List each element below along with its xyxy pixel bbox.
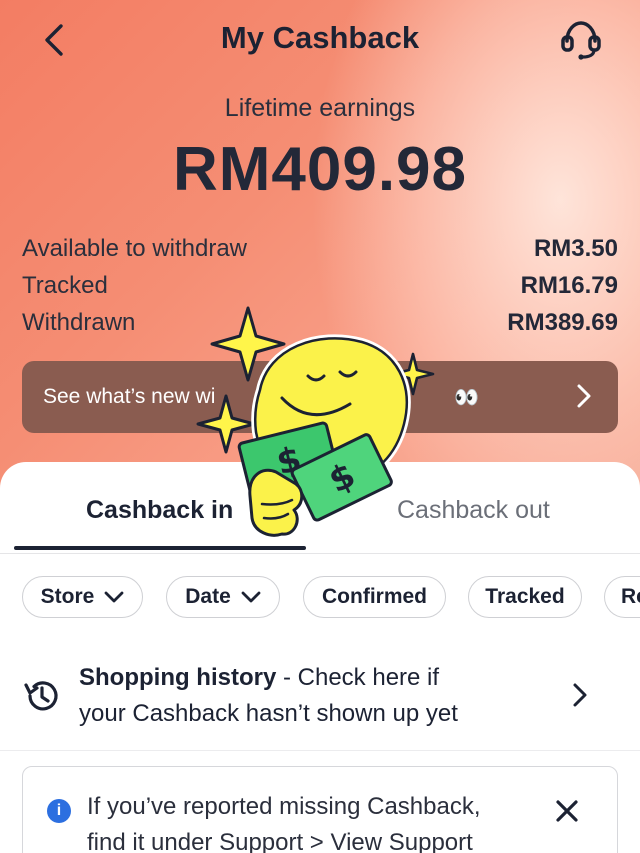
- stat-value: RM3.50: [533, 235, 618, 262]
- chevron-down-icon: [104, 591, 124, 602]
- filter-confirmed[interactable]: Confirmed: [303, 576, 446, 618]
- filter-tracked[interactable]: Tracked: [468, 576, 582, 618]
- support-button[interactable]: [556, 16, 606, 64]
- stat-row-tracked: Tracked RM16.79: [22, 270, 618, 302]
- missing-cashback-notice: i If you’ve reported missing Cashback, f…: [22, 766, 618, 853]
- chevron-right-icon: [577, 384, 591, 408]
- filter-label: Store: [40, 585, 95, 608]
- stat-label: Tracked: [22, 272, 108, 299]
- lifetime-earnings-amount: RM409.98: [172, 135, 468, 204]
- mascot-money-sticker: $ $: [196, 306, 435, 537]
- eyes-icon: 👀: [454, 387, 479, 409]
- info-icon: i: [47, 799, 71, 823]
- chevron-down-icon: [241, 591, 261, 602]
- filter-label: Tracked: [485, 585, 565, 608]
- filter-label: Re: [621, 585, 640, 608]
- filter-label: Confirmed: [322, 585, 427, 608]
- close-icon[interactable]: [555, 799, 579, 823]
- section-divider: [0, 750, 640, 751]
- filter-partial[interactable]: Re: [604, 576, 640, 618]
- stat-value: RM389.69: [507, 309, 618, 336]
- filter-label: Date: [185, 585, 231, 608]
- shopping-history-title: Shopping history: [79, 664, 277, 691]
- headset-icon: [561, 21, 601, 60]
- page-title: My Cashback: [220, 20, 420, 55]
- stat-label: Available to withdraw: [22, 235, 248, 262]
- stat-label: Withdrawn: [22, 309, 136, 336]
- stat-value: RM16.79: [520, 272, 618, 299]
- shopping-history-text: Shopping history - Check here if your Ca…: [79, 660, 549, 732]
- lifetime-earnings-label: Lifetime earnings: [224, 94, 416, 122]
- shopping-history-row[interactable]: Shopping history - Check here if your Ca…: [0, 656, 640, 746]
- history-icon: [24, 681, 58, 711]
- filter-store[interactable]: Store: [22, 576, 143, 618]
- chevron-right-icon: [573, 683, 587, 707]
- stat-row-available: Available to withdraw RM3.50: [22, 233, 618, 265]
- filter-date[interactable]: Date: [166, 576, 280, 618]
- notice-text: If you’ve reported missing Cashback, fin…: [87, 789, 557, 853]
- notice-line-2: find it under Support > View Support: [87, 829, 473, 853]
- notice-line-1: If you’ve reported missing Cashback,: [87, 793, 481, 820]
- shopping-history-hint: - Check here if: [276, 664, 440, 691]
- shopping-history-hint-2: your Cashback hasn’t shown up yet: [79, 700, 458, 727]
